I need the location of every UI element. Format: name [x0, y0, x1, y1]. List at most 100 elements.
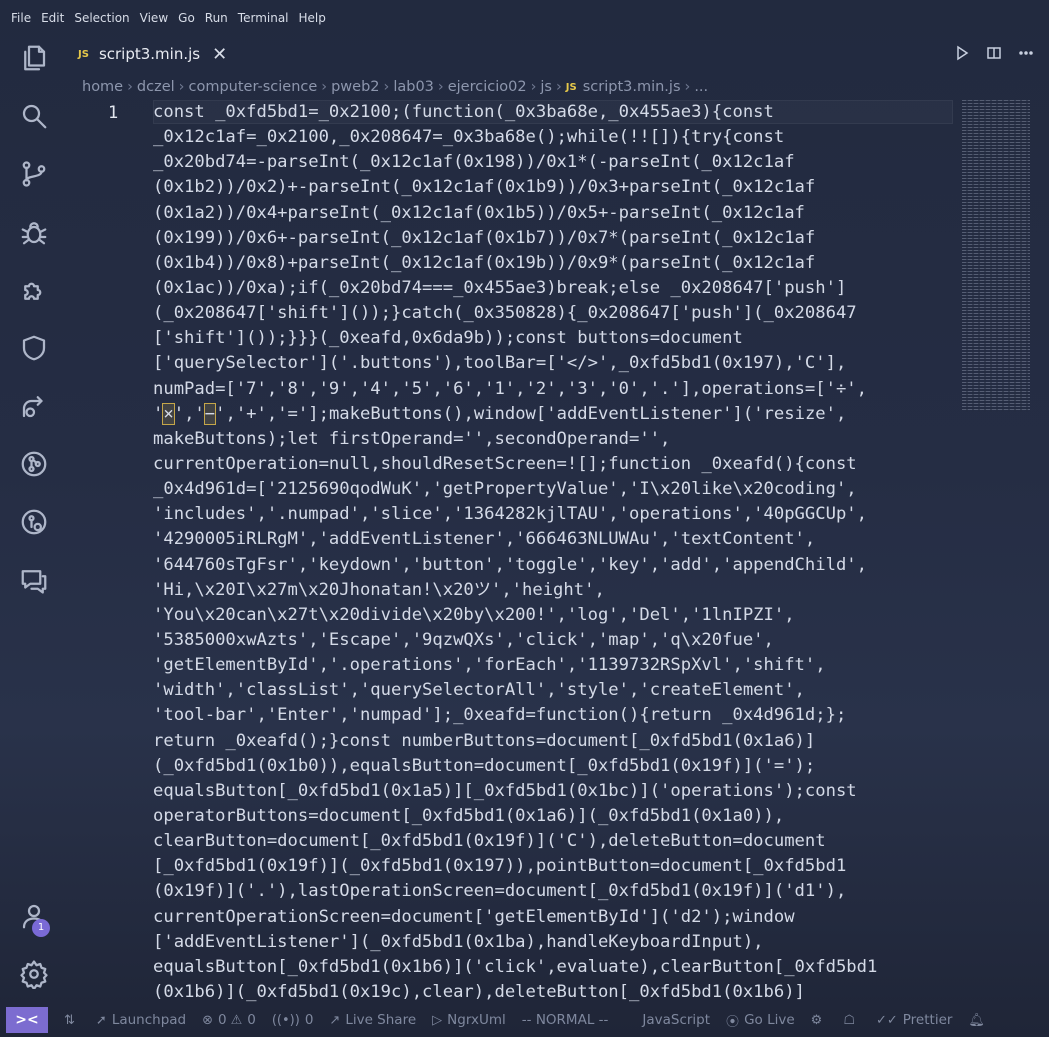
ports-status[interactable]: ((•)) 0 — [272, 1012, 314, 1028]
code-line[interactable]: const _0xfd5bd1=_0x2100;(function(_0x3ba… — [153, 100, 953, 125]
comments-icon[interactable] — [16, 562, 52, 598]
breadcrumb-item[interactable]: lab03 — [393, 79, 434, 95]
timeline-icon[interactable] — [16, 504, 52, 540]
puzzle-icon: ⚙ — [810, 1012, 823, 1028]
settings-gear-icon[interactable] — [16, 956, 52, 992]
notifications-bell[interactable]: 🔔︎ — [968, 1013, 990, 1028]
code-line[interactable]: (0x1ac))/0xa);if(_0x20bd74===_0x455ae3)b… — [153, 276, 953, 301]
live-share-label: Live Share — [345, 1012, 417, 1028]
live-share-status[interactable]: ↗ Live Share — [329, 1012, 416, 1028]
extensions-icon[interactable] — [16, 272, 52, 308]
code-line[interactable]: [_0xfd5bd1(0x19f)](_0xfd5bd1(0x197)),poi… — [153, 854, 953, 879]
code-line[interactable]: 'Hi,\x20I\x27m\x20Jhonatan!\x20ツ','heigh… — [153, 578, 953, 603]
go-live-label: Go Live — [744, 1012, 795, 1028]
code-line[interactable]: operatorButtons=document[_0xfd5bd1(0x1a6… — [153, 804, 953, 829]
chevron-right-icon: › — [530, 79, 537, 95]
code-line[interactable]: 'getElementById','.operations','forEach'… — [153, 653, 953, 678]
code-line[interactable]: '644760sTgFsr','keydown','button','toggl… — [153, 553, 953, 578]
code-line[interactable]: ['addEventListener'](_0xfd5bd1(0x1ba),ha… — [153, 930, 953, 955]
breadcrumb-item[interactable]: js — [540, 79, 552, 95]
live-share-icon: ↗ — [329, 1012, 341, 1028]
ngrx-status[interactable]: ▷ NgrxUml — [432, 1012, 506, 1028]
explorer-icon[interactable] — [16, 40, 52, 76]
code-line[interactable]: ['querySelector']('.buttons'),toolBar=['… — [153, 351, 953, 376]
close-icon[interactable]: ✕ — [212, 44, 227, 65]
breadcrumb-item[interactable]: dczel — [137, 79, 175, 95]
shield-icon[interactable] — [16, 330, 52, 366]
code-line[interactable]: '4290005iRLRgM','addEventListener','6664… — [153, 527, 953, 552]
code-line[interactable]: 'tool-bar','Enter','numpad'];_0xeafd=fun… — [153, 703, 953, 728]
debug-icon[interactable] — [16, 214, 52, 250]
code-line[interactable]: equalsButton[_0xfd5bd1(0x1b6)]('click',e… — [153, 955, 953, 980]
code-line[interactable]: clearButton=document[_0xfd5bd1(0x19f)]('… — [153, 829, 953, 854]
copilot-status[interactable]: ☖ — [843, 1013, 860, 1028]
menu-edit[interactable]: Edit — [36, 11, 69, 25]
code-line[interactable]: _0x4d961d=['2125690qodWuK','getPropertyV… — [153, 477, 953, 502]
editor-actions — [953, 44, 1035, 62]
code-line[interactable]: currentOperation=null,shouldResetScreen=… — [153, 452, 953, 477]
code-line[interactable]: ['shift']());}}}(_0xeafd,0x6da9b));const… — [153, 326, 953, 351]
remote-explorer-icon[interactable] — [16, 388, 52, 424]
chevron-right-icon: › — [555, 79, 562, 95]
code-line[interactable]: 'width','classList','querySelectorAll','… — [153, 678, 953, 703]
menu-run[interactable]: Run — [200, 11, 233, 25]
prettier-status[interactable]: ✓✓ Prettier — [876, 1012, 952, 1028]
remote-indicator[interactable]: >< — [6, 1007, 48, 1033]
breadcrumb-item[interactable]: ... — [694, 79, 708, 95]
code-line[interactable]: (0x1b4))/0x8)+parseInt(_0x12c1af(0x19b))… — [153, 251, 953, 276]
tab-bar: JS script3.min.js ✕ — [68, 36, 1049, 72]
code-line[interactable]: (0x1b6)](_0xfd5bd1(0x19c),clear),deleteB… — [153, 980, 953, 1003]
code-line[interactable]: (0x19f)]('.'),lastOperationScreen=docume… — [153, 879, 953, 904]
code-content[interactable]: const _0xfd5bd1=_0x2100;(function(_0x3ba… — [153, 100, 953, 1003]
code-line[interactable]: _0x20bd74=-parseInt(_0x12c1af(0x198))/0x… — [153, 150, 953, 175]
menu-file[interactable]: File — [6, 11, 36, 25]
bell-icon: 🔔︎ — [968, 1012, 985, 1028]
breadcrumb-item[interactable]: computer-science — [188, 79, 317, 95]
code-line[interactable]: 'includes','.numpad','slice','1364282kjl… — [153, 502, 953, 527]
source-control-icon[interactable] — [16, 156, 52, 192]
code-editor[interactable]: 1 const _0xfd5bd1=_0x2100;(function(_0x3… — [68, 100, 958, 1003]
breadcrumb-item[interactable]: home — [82, 79, 123, 95]
sync-status[interactable]: ⇅ — [64, 1013, 80, 1028]
menu-terminal[interactable]: Terminal — [233, 11, 294, 25]
split-editor-icon[interactable] — [985, 44, 1003, 62]
breadcrumb-item[interactable]: pweb2 — [331, 79, 379, 95]
code-line[interactable]: 'You\x20can\x27t\x20divide\x20by\x200!',… — [153, 603, 953, 628]
code-line[interactable]: (0x1b2))/0x2)+-parseInt(_0x12c1af(0x1b9)… — [153, 175, 953, 200]
chevron-right-icon: › — [383, 79, 390, 95]
code-line[interactable]: (_0xfd5bd1(0x1b0)),equalsButton=document… — [153, 754, 953, 779]
menu-selection[interactable]: Selection — [69, 11, 134, 25]
breadcrumb-item[interactable]: script3.min.js — [583, 79, 681, 95]
more-actions-icon[interactable] — [1017, 44, 1035, 62]
language-mode[interactable]: JavaScript — [642, 1012, 710, 1028]
breadcrumb-item[interactable]: ejercicio02 — [448, 79, 527, 95]
launchpad-status[interactable]: ➚ Launchpad — [96, 1012, 186, 1028]
error-icon: ⊗ — [202, 1012, 214, 1028]
unicode-highlight: − — [203, 402, 217, 425]
menu-view[interactable]: View — [135, 11, 173, 25]
code-line[interactable]: (0x1a2))/0x4+parseInt(_0x12c1af(0x1b5))/… — [153, 201, 953, 226]
run-icon[interactable] — [953, 44, 971, 62]
code-line[interactable]: _0x12c1af=_0x2100,_0x208647=_0x3ba68e();… — [153, 125, 953, 150]
code-line[interactable]: currentOperationScreen=document['getElem… — [153, 905, 953, 930]
code-line[interactable]: (_0x208647['shift']());}catch(_0x350828)… — [153, 301, 953, 326]
breadcrumb: home › dczel › computer-science › pweb2 › la… — [82, 76, 708, 98]
broadcast-icon: ((•)) — [271, 1012, 300, 1028]
code-line[interactable]: (0x199))/0x6+-parseInt(_0x12c1af(0x1b7))… — [153, 226, 953, 251]
menu-help[interactable]: Help — [294, 11, 331, 25]
code-line[interactable]: '×','−','+','='];makeButtons(),window['a… — [153, 402, 953, 427]
code-line[interactable]: equalsButton[_0xfd5bd1(0x1a5)][_0xfd5bd1… — [153, 779, 953, 804]
play-outline-icon: ▷ — [432, 1012, 443, 1028]
tab-script3[interactable]: JS script3.min.js ✕ — [68, 36, 234, 72]
code-line[interactable]: makeButtons);let firstOperand='',secondO… — [153, 427, 953, 452]
code-line[interactable]: return _0xeafd();}const numberButtons=do… — [153, 729, 953, 754]
search-icon[interactable] — [16, 98, 52, 134]
code-line[interactable]: '5385000xwAzts','Escape','9qzwQXs','clic… — [153, 628, 953, 653]
problems-status[interactable]: ⊗ 0 ⚠ 0 — [202, 1012, 256, 1028]
go-live-status[interactable]: ⦿ Go Live — [726, 1011, 795, 1030]
extension-status[interactable]: ⚙ — [811, 1013, 828, 1028]
code-line[interactable]: numPad=['7','8','9','4','5','6','1','2',… — [153, 377, 953, 402]
git-graph-icon[interactable] — [16, 446, 52, 482]
rocket-icon: ➚ — [95, 1012, 107, 1028]
menu-go[interactable]: Go — [173, 11, 200, 25]
